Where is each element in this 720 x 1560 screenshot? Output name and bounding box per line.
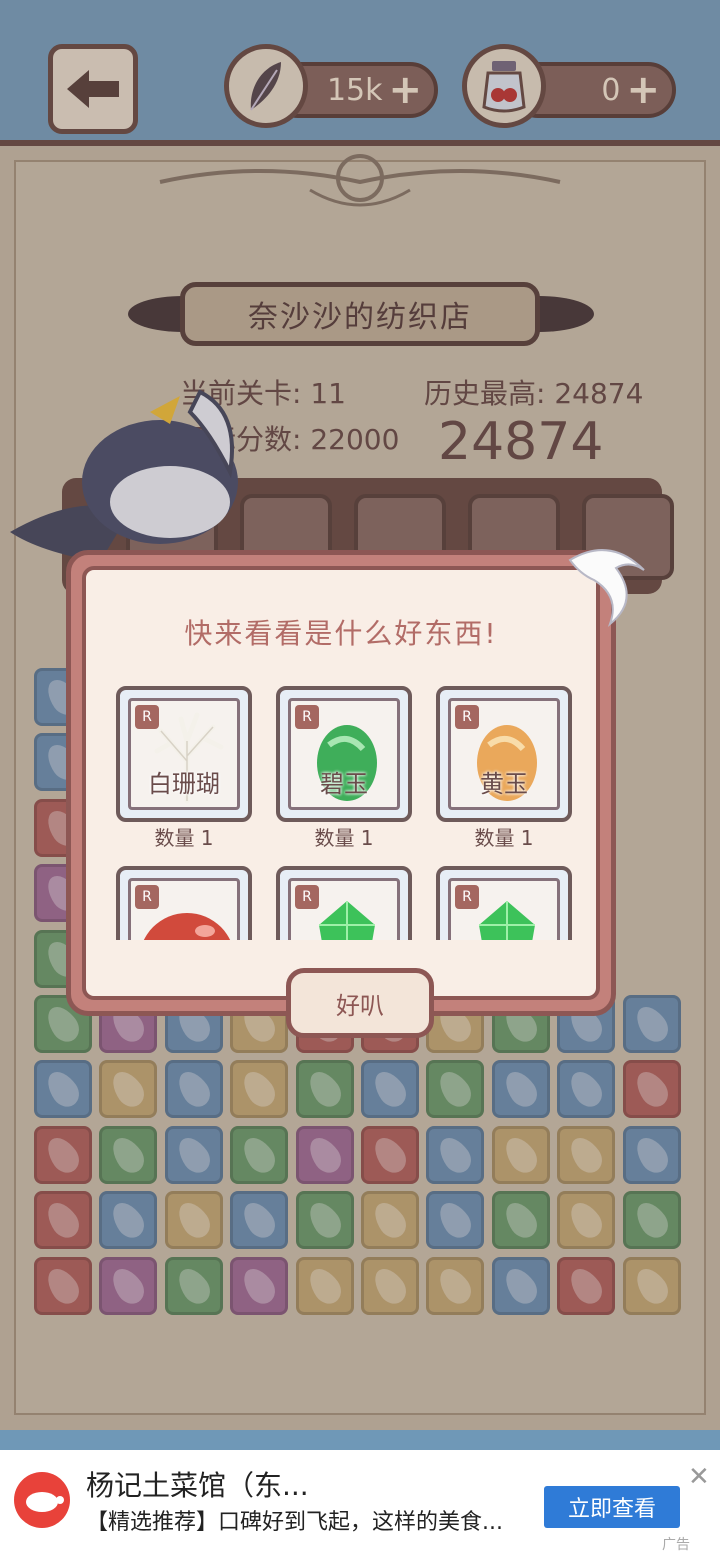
rarity-badge: R: [135, 705, 159, 729]
ad-title[interactable]: 杨记土菜馆（东...: [86, 1464, 309, 1504]
item-name: 黄玉: [480, 770, 528, 798]
ad-tag: 广告: [662, 1537, 690, 1553]
rarity-badge: R: [295, 885, 319, 909]
rarity-badge: R: [295, 705, 319, 729]
item-name: 白珊瑚: [148, 770, 220, 798]
reward-item-jasper[interactable]: R 碧玉: [276, 686, 412, 822]
item-name: 碧玉: [320, 770, 368, 798]
rarity-badge: R: [455, 705, 479, 729]
turtle-logo-icon: [26, 1492, 64, 1512]
reward-item-topaz[interactable]: R 黄玉: [436, 686, 572, 822]
ad-view-button[interactable]: 立即查看: [544, 1486, 680, 1528]
rarity-badge: R: [135, 885, 159, 909]
reward-item-red-orb[interactable]: R: [116, 866, 252, 940]
rarity-badge: R: [455, 885, 479, 909]
ok-button[interactable]: 好叭: [286, 968, 434, 1038]
ad-close-icon[interactable]: ✕: [688, 1462, 710, 1492]
ad-description[interactable]: 【精选推荐】口碑好到飞起，这样的美食...: [86, 1504, 503, 1536]
ad-logo: [14, 1472, 70, 1528]
item-quantity: 数量 1: [154, 826, 214, 850]
item-quantity: 数量 1: [474, 826, 534, 850]
item-quantity: 数量 1: [314, 826, 374, 850]
reward-item-green-gem[interactable]: R: [276, 866, 412, 940]
reward-item-green-gem-2[interactable]: R: [436, 866, 572, 940]
reward-item-white-coral[interactable]: R 白珊瑚: [116, 686, 252, 822]
reward-dialog-title: 快来看看是什么好东西!: [184, 617, 498, 650]
reward-items-list[interactable]: R 白珊瑚 数量 1 R 碧玉 数量 1 R 黄玉 数量 1 R R R: [100, 680, 580, 940]
